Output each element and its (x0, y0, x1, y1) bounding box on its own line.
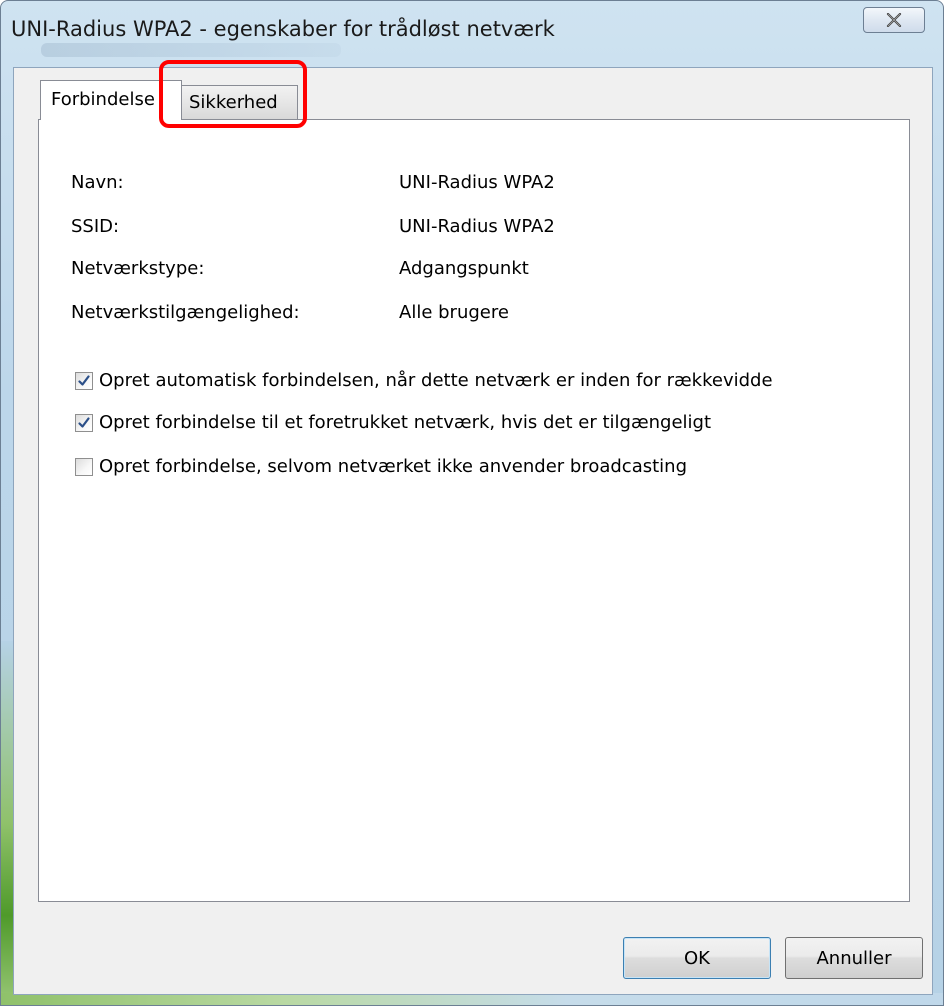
option-preferred-network[interactable]: Opret forbindelse til et foretrukket net… (75, 412, 711, 433)
non-broadcast-label[interactable]: Opret forbindelse, selvom netværket ikke… (99, 456, 687, 477)
option-auto-connect[interactable]: Opret automatisk forbindelsen, når dette… (75, 370, 773, 391)
network-type-value: Adgangspunkt (399, 258, 529, 279)
auto-connect-checkbox[interactable] (75, 371, 93, 390)
non-broadcast-checkbox[interactable] (75, 457, 93, 476)
name-value: UNI-Radius WPA2 (399, 172, 555, 193)
window-title: UNI-Radius WPA2 - egenskaber for trådløs… (11, 17, 555, 41)
tab-label: Forbindelse (51, 89, 155, 110)
title-bar[interactable]: UNI-Radius WPA2 - egenskaber for trådløs… (1, 1, 943, 67)
preferred-network-label[interactable]: Opret forbindelse til et foretrukket net… (99, 412, 711, 433)
tab-sikkerhed[interactable]: Sikkerhed (180, 85, 298, 119)
ssid-label: SSID: (71, 216, 120, 237)
tab-panel-forbindelse: Navn: UNI-Radius WPA2 SSID: UNI-Radius W… (38, 119, 910, 902)
dialog-client-area: Forbindelse Sikkerhed Navn: UNI-Radius W… (13, 60, 933, 995)
ok-button[interactable]: OK (623, 937, 771, 979)
close-button[interactable] (863, 7, 925, 33)
dialog-window: UNI-Radius WPA2 - egenskaber for trådløs… (0, 0, 944, 1006)
network-type-label: Netværkstype: (71, 258, 205, 279)
option-non-broadcast[interactable]: Opret forbindelse, selvom netværket ikke… (75, 456, 687, 477)
preferred-network-checkbox[interactable] (75, 413, 93, 432)
name-label: Navn: (71, 172, 124, 193)
cancel-button[interactable]: Annuller (785, 937, 923, 979)
checkmark-icon (78, 374, 90, 386)
availability-label: Netværkstilgængelighed: (71, 302, 300, 323)
tab-forbindelse[interactable]: Forbindelse (40, 80, 182, 120)
checkmark-icon (78, 416, 90, 428)
availability-value: Alle brugere (399, 302, 509, 323)
tab-label: Sikkerhed (189, 92, 278, 113)
auto-connect-label[interactable]: Opret automatisk forbindelsen, når dette… (99, 370, 773, 391)
ssid-value: UNI-Radius WPA2 (399, 216, 555, 237)
title-reflection (41, 43, 341, 57)
close-icon (886, 13, 902, 27)
